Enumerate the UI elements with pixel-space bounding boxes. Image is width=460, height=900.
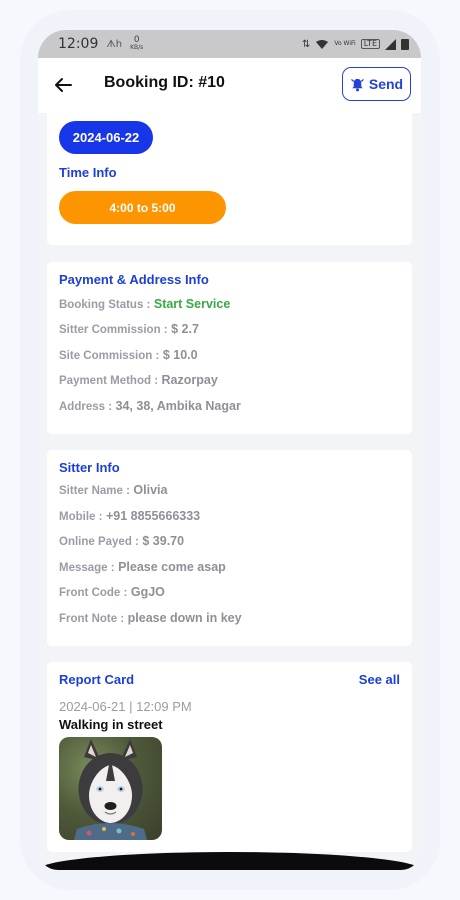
phone-screen: 12:09 ᗑh 0 KB/s ⇅ Vo WiFi LTE Booking ID…: [38, 30, 421, 870]
lte-badge: LTE: [360, 39, 380, 49]
online-payed-value: $ 39.70: [142, 534, 185, 548]
app-bar: Booking ID: #10 Send: [38, 58, 421, 113]
booking-status-value: Start Service: [153, 297, 231, 311]
site-commission-value: $ 10.0: [162, 348, 198, 362]
address-label: Address :: [59, 401, 113, 413]
address-row: Address : 34, 38, Ambika Nagar: [59, 399, 241, 413]
booking-content[interactable]: 2024-06-22 Time Info 4:00 to 5:00 Paymen…: [38, 113, 421, 870]
front-code-value: GgJO: [130, 585, 165, 599]
sitter-name-value: Olivia: [133, 483, 168, 497]
sitter-commission-value: $ 2.7: [171, 322, 199, 336]
payment-method-row: Payment Method : Razorpay: [59, 373, 218, 387]
send-button[interactable]: Send: [342, 67, 411, 101]
status-bar: 12:09 ᗑh 0 KB/s ⇅ Vo WiFi LTE: [38, 30, 421, 58]
booking-status-label: Booking Status :: [59, 299, 151, 311]
sitter-info-card: Sitter Info Sitter Name : Olivia Mobile …: [47, 450, 412, 646]
send-button-label: Send: [368, 76, 404, 92]
report-activity: Walking in street: [59, 717, 163, 732]
schedule-card: 2024-06-22 Time Info 4:00 to 5:00: [47, 113, 412, 245]
mobile-row: Mobile : +91 8855666333: [59, 509, 200, 523]
network-speed: 0 KB/s: [130, 36, 143, 52]
sitter-info-title: Sitter Info: [59, 460, 120, 475]
sitter-commission-label: Sitter Commission :: [59, 324, 168, 336]
report-card-title: Report Card: [59, 672, 135, 687]
network-speed-unit: KB/s: [130, 44, 144, 51]
wifi-label: Vo WiFi: [334, 40, 356, 47]
see-all-link[interactable]: See all: [359, 672, 400, 687]
message-value: Please come asap: [118, 560, 226, 574]
status-time: 12:09: [58, 36, 99, 52]
sitter-commission-row: Sitter Commission : $ 2.7: [59, 322, 199, 336]
sitter-name-label: Sitter Name :: [59, 485, 130, 497]
payment-method-label: Payment Method :: [59, 375, 159, 387]
time-info-title: Time Info: [59, 165, 117, 180]
network-icon: ᗑh: [106, 38, 123, 50]
front-note-row: Front Note : please down in key: [59, 611, 242, 625]
page-title: Booking ID: #10: [104, 74, 225, 91]
message-row: Message : Please come asap: [59, 560, 226, 574]
front-note-label: Front Note :: [59, 613, 125, 625]
payment-title: Payment & Address Info: [59, 272, 209, 287]
mobile-label: Mobile :: [59, 511, 103, 523]
date-chip: 2024-06-22: [59, 121, 153, 154]
site-commission-row: Site Commission : $ 10.0: [59, 348, 198, 362]
network-speed-value: 0: [133, 35, 140, 45]
payment-method-value: Razorpay: [161, 373, 218, 387]
site-commission-label: Site Commission :: [59, 350, 160, 362]
online-payed-row: Online Payed : $ 39.70: [59, 534, 184, 548]
back-button[interactable]: [52, 73, 74, 97]
front-code-row: Front Code : GgJO: [59, 585, 165, 599]
message-label: Message :: [59, 562, 115, 574]
front-code-label: Front Code :: [59, 587, 128, 599]
bell-icon: [351, 78, 364, 91]
arrow-left-icon: [55, 78, 72, 92]
report-card: Report Card See all 2024-06-21 | 12:09 P…: [47, 662, 412, 852]
online-payed-label: Online Payed :: [59, 536, 139, 548]
payment-address-card: Payment & Address Info Booking Status : …: [47, 262, 412, 434]
status-right: ⇅ Vo WiFi LTE: [301, 38, 409, 50]
report-date: 2024-06-21 | 12:09 PM: [59, 699, 192, 714]
booking-status-row: Booking Status : Start Service: [59, 297, 230, 311]
husky-dog-image: [74, 739, 147, 840]
battery-icon: [401, 38, 409, 50]
address-value: 34, 38, Ambika Nagar: [115, 399, 241, 413]
sitter-name-row: Sitter Name : Olivia: [59, 483, 167, 497]
mobile-value: +91 8855666333: [105, 509, 201, 523]
cell-signal-icon: [385, 38, 396, 50]
status-left: 12:09 ᗑh 0 KB/s: [58, 36, 143, 53]
time-chip: 4:00 to 5:00: [59, 191, 226, 224]
signal-arrows-icon: ⇅: [301, 38, 311, 50]
dog-photo[interactable]: [59, 737, 162, 840]
front-note-value: please down in key: [127, 611, 242, 625]
wifi-icon: [316, 39, 329, 49]
